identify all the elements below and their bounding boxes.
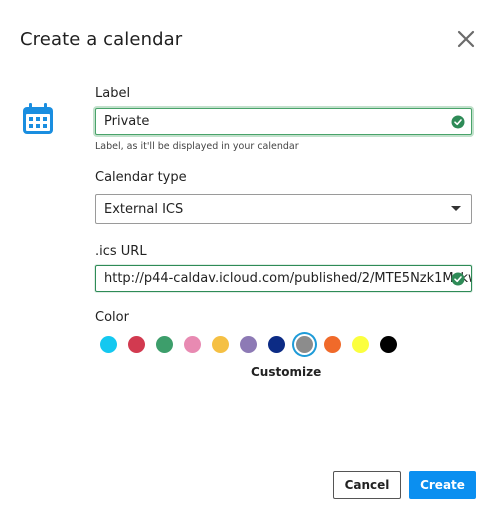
check-circle-icon — [451, 272, 465, 286]
color-swatch[interactable] — [380, 336, 397, 353]
label-input[interactable]: Private — [95, 108, 472, 135]
label-field-label: Label — [95, 86, 131, 101]
color-swatch[interactable] — [268, 336, 285, 353]
color-swatch[interactable] — [352, 336, 369, 353]
color-swatch[interactable] — [296, 336, 313, 353]
color-swatch[interactable] — [100, 336, 117, 353]
color-swatch[interactable] — [240, 336, 257, 353]
label-input-value: Private — [104, 114, 150, 129]
calendar-type-label: Calendar type — [95, 170, 187, 185]
cancel-button[interactable]: Cancel — [333, 471, 401, 499]
create-button[interactable]: Create — [409, 471, 476, 499]
calendar-type-value: External ICS — [104, 201, 184, 217]
create-calendar-dialog: Create a calendar Label Private Label, a… — [0, 0, 492, 515]
customize-color-link[interactable]: Customize — [251, 365, 321, 379]
ics-url-value: http://p44-caldav.icloud.com/published/2… — [104, 271, 471, 286]
close-icon[interactable] — [453, 26, 479, 52]
calendar-icon — [20, 101, 56, 137]
label-hint: Label, as it'll be displayed in your cal… — [95, 141, 299, 152]
ics-url-input[interactable]: http://p44-caldav.icloud.com/published/2… — [95, 265, 472, 292]
color-swatch[interactable] — [212, 336, 229, 353]
chevron-down-icon — [451, 206, 461, 211]
color-swatch[interactable] — [156, 336, 173, 353]
color-swatch[interactable] — [184, 336, 201, 353]
color-label: Color — [95, 310, 129, 325]
dialog-title: Create a calendar — [20, 29, 183, 50]
color-swatch[interactable] — [128, 336, 145, 353]
check-circle-icon — [451, 115, 465, 129]
color-swatch[interactable] — [324, 336, 341, 353]
calendar-type-select[interactable]: External ICS — [95, 194, 472, 224]
ics-url-label: .ics URL — [95, 244, 147, 259]
